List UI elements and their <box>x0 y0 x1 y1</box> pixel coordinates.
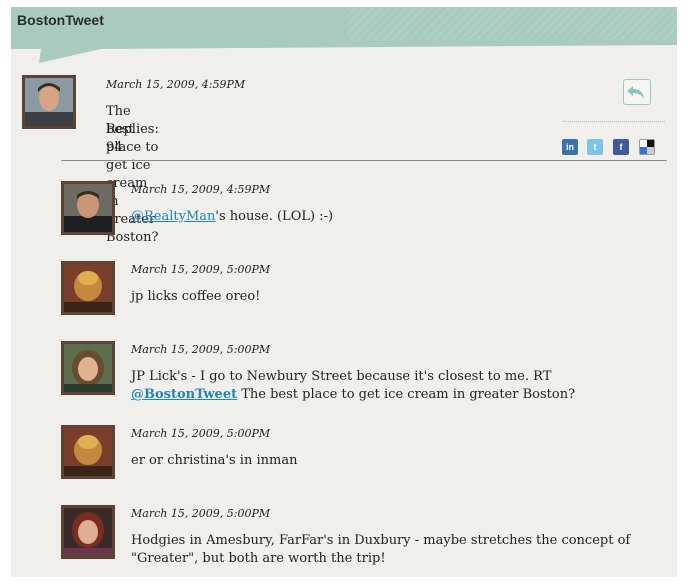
reply-3-timestamp: March 15, 2009, 5:00PM <box>131 343 271 356</box>
thread-divider <box>61 160 667 161</box>
share-separator <box>563 121 665 122</box>
mention-link[interactable]: @RealtyMan <box>131 209 215 224</box>
reply-arrow-icon <box>627 86 644 99</box>
reply-4-text: er or christina's in inman <box>131 453 298 468</box>
reply-4-timestamp: March 15, 2009, 5:00PM <box>131 427 271 440</box>
reply-button[interactable] <box>623 79 651 105</box>
twitter-icon[interactable]: t <box>587 139 603 155</box>
tweet-thread-panel: BostonTweet March 15, 2009, 4:59PM The b… <box>11 7 677 577</box>
main-post-timestamp: March 15, 2009, 4:59PM <box>106 78 246 91</box>
speech-bubble-tail <box>11 39 677 63</box>
reply-1-timestamp: March 15, 2009, 4:59PM <box>131 183 271 196</box>
delicious-icon[interactable] <box>639 139 655 155</box>
facebook-icon[interactable]: f <box>613 139 629 155</box>
reply-5-text: Hodgies in Amesbury, FarFar's in Duxbury… <box>131 533 631 566</box>
linkedin-icon[interactable]: in <box>562 139 578 155</box>
avatar-photo-man <box>25 78 73 126</box>
main-post-replies: Replies: 94 <box>106 122 159 155</box>
reply-2-text: jp licks coffee oreo! <box>131 289 261 304</box>
header-pattern <box>347 7 677 39</box>
reply-5-timestamp: March 15, 2009, 5:00PM <box>131 507 271 520</box>
reply-3-text: JP Lick's - I go to Newbury Street becau… <box>131 369 576 402</box>
mention-link[interactable]: @BostonTweet <box>131 387 237 402</box>
avatar-reply-1[interactable] <box>61 181 115 235</box>
avatar-reply-2[interactable] <box>61 261 115 315</box>
header-bar: BostonTweet <box>11 7 677 39</box>
avatar-reply-4[interactable] <box>61 425 115 479</box>
avatar-reply-5[interactable] <box>61 505 115 559</box>
avatar-main[interactable] <box>22 75 76 129</box>
reply-1-text: @RealtyMan's house. (LOL) :-) <box>131 209 334 224</box>
avatar-reply-3[interactable] <box>61 341 115 395</box>
header-title: BostonTweet <box>17 12 104 28</box>
reply-2-timestamp: March 15, 2009, 5:00PM <box>131 263 271 276</box>
